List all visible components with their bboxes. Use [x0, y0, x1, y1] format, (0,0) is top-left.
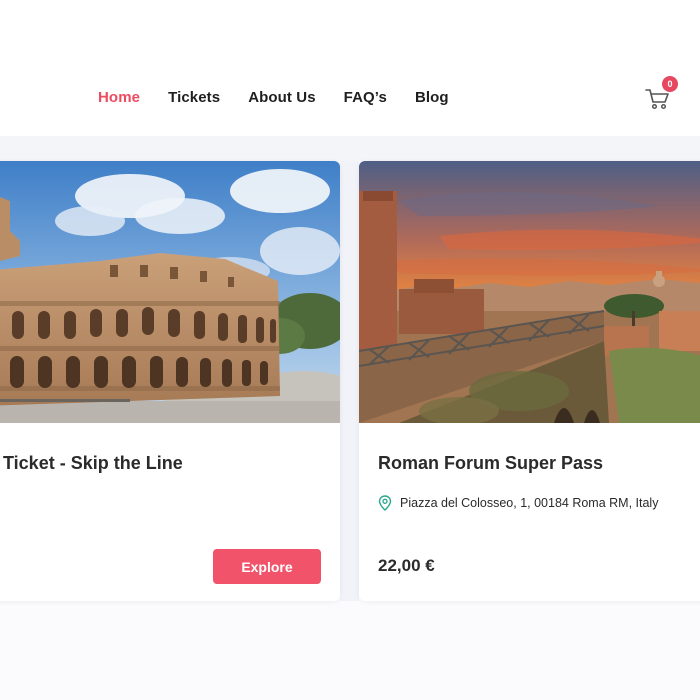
colosseum-photo[interactable] [0, 161, 340, 423]
nav-about-us[interactable]: About Us [248, 89, 315, 106]
cart-count-badge: 0 [662, 76, 678, 92]
nav-tickets[interactable]: Tickets [168, 89, 220, 106]
nav-faqs[interactable]: FAQ’s [344, 89, 387, 106]
card-title[interactable]: Roman Forum Super Pass [378, 453, 603, 474]
page: Home Tickets About Us FAQ’s Blog 0 Ticke… [0, 0, 700, 700]
card-title[interactable]: Ticket - Skip the Line [3, 453, 183, 474]
tour-card-colosseum[interactable]: Ticket - Skip the Line Explore [0, 161, 340, 601]
location-address: Piazza del Colosseo, 1, 00184 Roma RM, I… [400, 496, 659, 510]
cart-button[interactable]: 0 [644, 76, 678, 110]
nav-home[interactable]: Home [98, 89, 140, 106]
roman-forum-sunset-photo[interactable] [359, 161, 700, 423]
map-pin-icon [378, 495, 392, 511]
explore-button[interactable]: Explore [213, 549, 321, 584]
main-nav: Home Tickets About Us FAQ’s Blog [98, 89, 477, 106]
card-gap [340, 161, 359, 601]
site-header: Home Tickets About Us FAQ’s Blog 0 [0, 0, 700, 136]
content-top-strip [0, 136, 700, 161]
location-row: Piazza del Colosseo, 1, 00184 Roma RM, I… [378, 495, 658, 511]
tour-card-roman-forum[interactable]: Roman Forum Super Pass Piazza del Coloss… [359, 161, 700, 601]
nav-blog[interactable]: Blog [415, 89, 449, 106]
price: 22,00 € [378, 556, 435, 575]
